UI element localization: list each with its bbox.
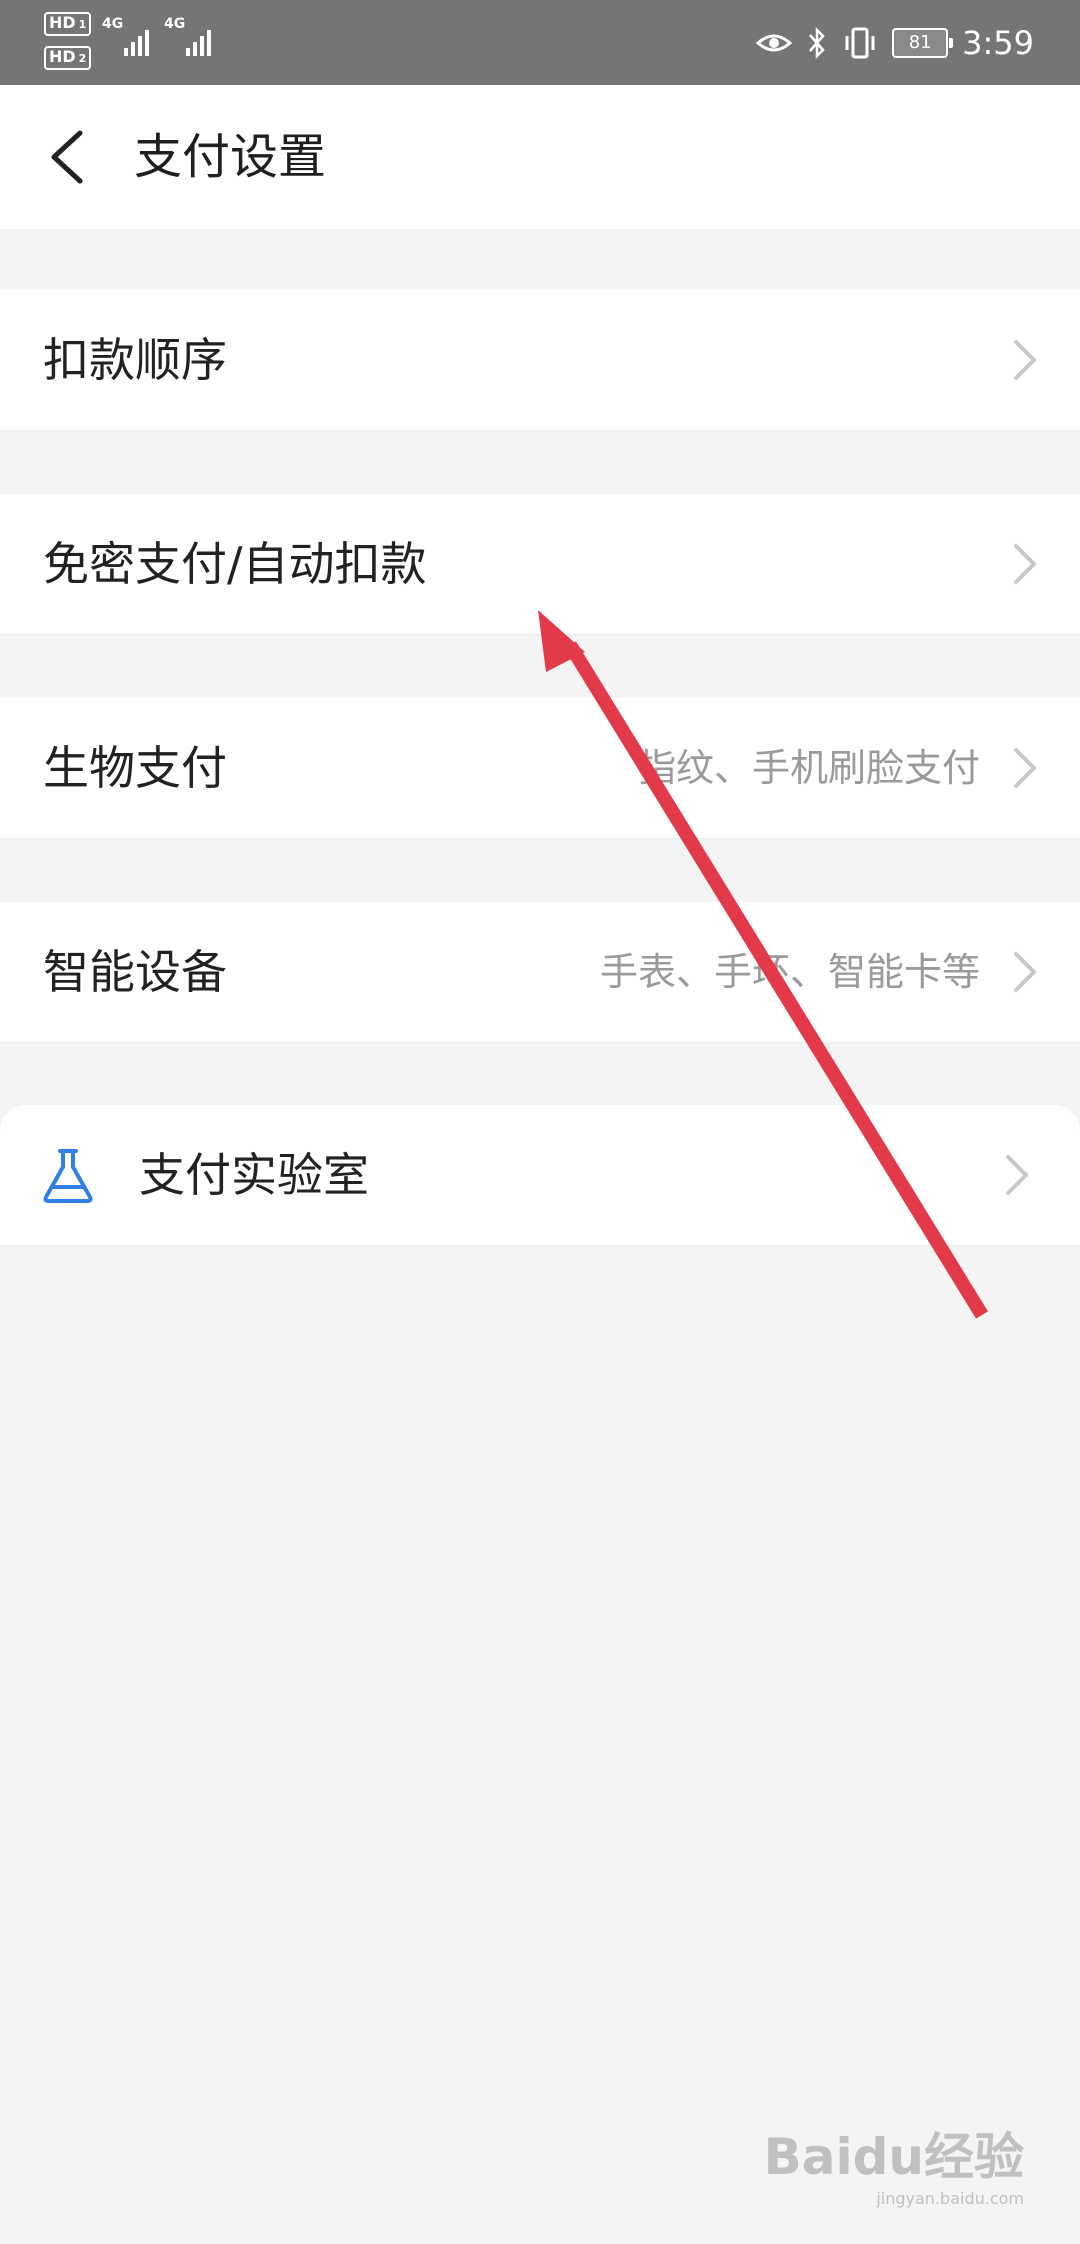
watermark-logo: Baidu经验 (763, 2128, 1024, 2186)
battery-indicator: 81 (892, 27, 954, 58)
row-value: 手表、手环、智能卡等 (599, 950, 980, 994)
signal-strength-2-icon (186, 26, 211, 56)
row-label: 支付实验室 (139, 1148, 369, 1202)
row-label: 智能设备 (43, 945, 227, 999)
chevron-right-icon (1014, 952, 1036, 992)
network-type-2: 4G (164, 16, 186, 32)
chevron-right-icon (1014, 340, 1036, 380)
watermark-url: jingyan.baidu.com (876, 2189, 1024, 2208)
chevron-right-icon (1006, 1155, 1028, 1195)
vibrate-icon (845, 27, 875, 58)
bluetooth-icon (809, 26, 825, 59)
clock: 3:59 (962, 23, 1034, 62)
hd-badge-2: HD 2 (44, 46, 92, 70)
page-title: 支付设置 (134, 129, 327, 185)
signal-strength-1-icon (124, 26, 149, 56)
row-value: 指纹、手机刷脸支付 (637, 746, 980, 790)
row-label: 免密支付/自动扣款 (43, 537, 427, 591)
status-right: 81 3:59 (756, 0, 1034, 85)
eye-comfort-icon (756, 34, 793, 51)
network-type-1: 4G (102, 16, 124, 32)
back-arrow-icon[interactable] (40, 125, 104, 189)
app-header: 支付设置 (0, 85, 1080, 229)
hd-badge-1: HD 1 (44, 12, 92, 36)
list-item-biometric-payment[interactable]: 生物支付 指纹、手机刷脸支付 (0, 698, 1080, 839)
list-item-payment-lab[interactable]: 支付实验室 (0, 1105, 1080, 1246)
flask-icon (43, 1149, 93, 1203)
list-item-smart-devices[interactable]: 智能设备 手表、手环、智能卡等 (0, 902, 1080, 1043)
row-label: 扣款顺序 (43, 333, 227, 387)
list-item-deduction-order[interactable]: 扣款顺序 (0, 290, 1080, 431)
chevron-right-icon (1014, 748, 1036, 788)
row-label: 生物支付 (43, 741, 227, 795)
watermark: Baidu经验 jingyan.baidu.com (764, 2117, 1024, 2208)
status-bar: HD 1 HD 2 4G 4G 81 3:59 (0, 0, 1080, 85)
list-item-password-free-payment[interactable]: 免密支付/自动扣款 (0, 494, 1080, 635)
chevron-right-icon (1014, 544, 1036, 584)
